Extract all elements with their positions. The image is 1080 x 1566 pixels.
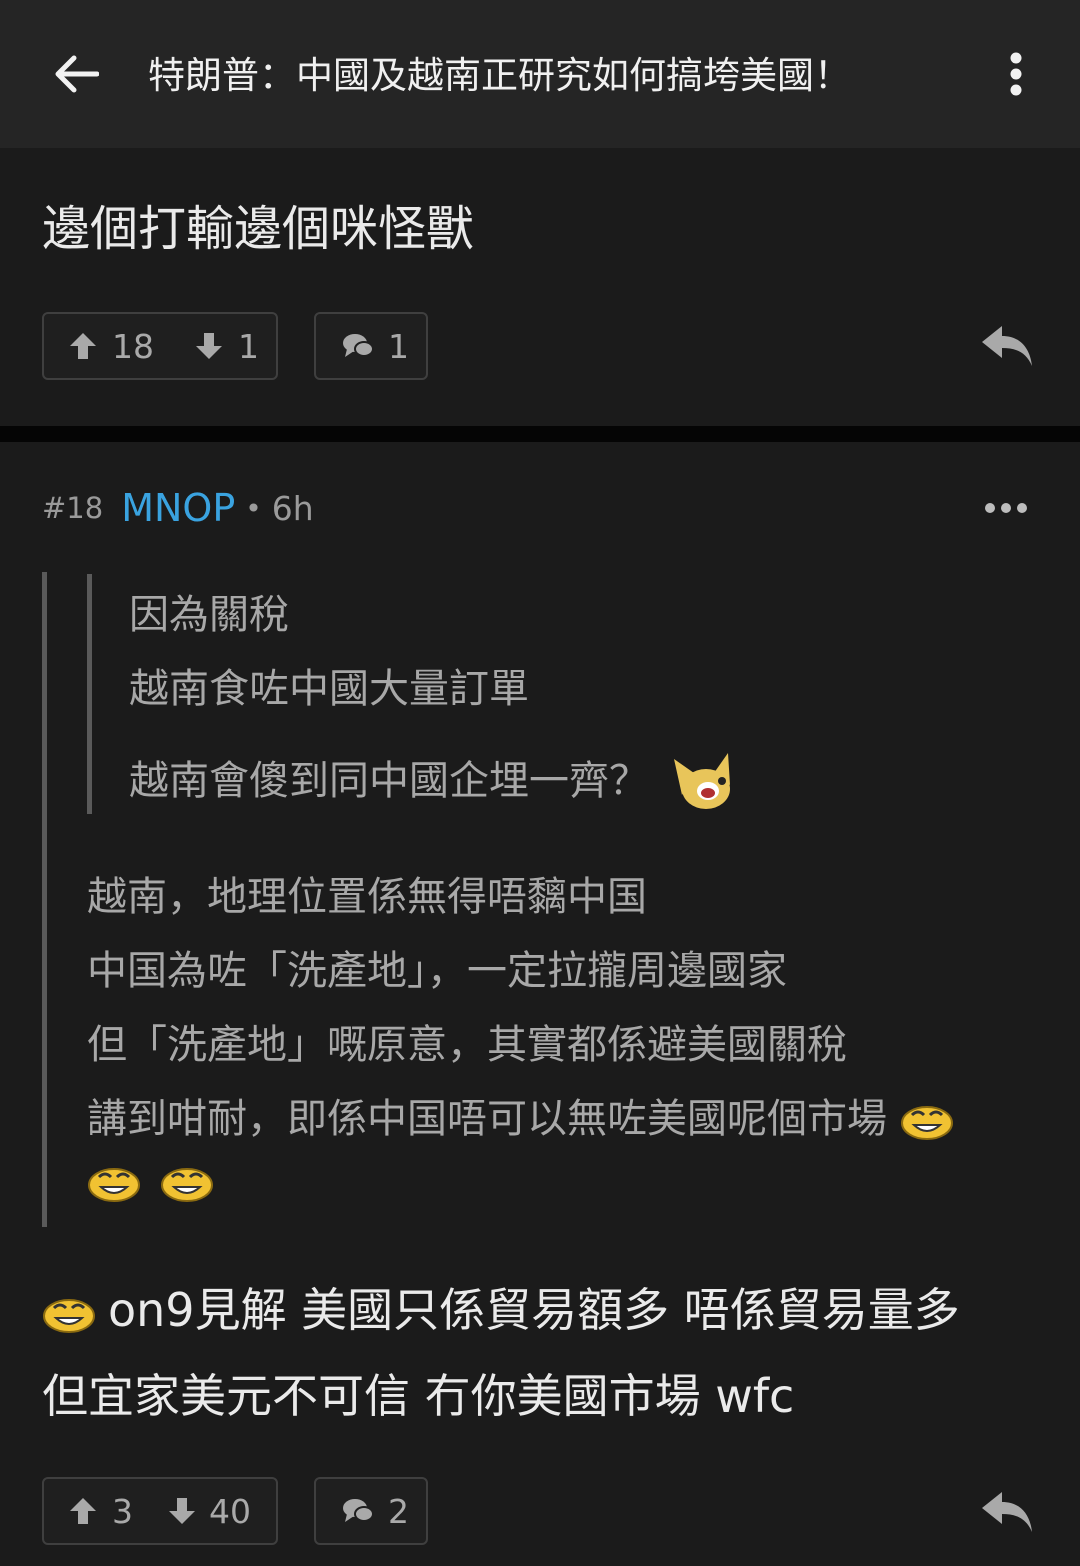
arrow-down-icon: [169, 1498, 195, 1524]
laughing-face-emoji-icon: [43, 1298, 95, 1333]
downvote-count: 1: [238, 326, 259, 366]
post-body-line: 但宜家美元不可信 冇你美國市場 wfc: [42, 1369, 795, 1423]
quote-line: 講到咁耐，即係中国唔可以無咗美國呢個市場: [87, 1086, 954, 1144]
quote-line: 因為關稅: [129, 592, 289, 638]
downvote-button[interactable]: 1: [194, 327, 259, 366]
top-app-bar: 特朗普：中國及越南正研究如何搞垮美國！: [0, 0, 1080, 148]
post-number: #18: [42, 491, 104, 525]
back-button[interactable]: [46, 46, 106, 102]
quote-line: 越南會傻到同中國企埋一齊？: [129, 748, 738, 815]
post-header: #18 MNOP • 6h: [42, 486, 314, 530]
arrow-left-icon: [55, 55, 99, 93]
reply-button[interactable]: [978, 320, 1036, 372]
laughing-face-emoji-icon: [88, 1168, 140, 1202]
more-horiz-icon: [985, 503, 1027, 513]
thread-title: 特朗普：中國及越南正研究如何搞垮美國！: [148, 54, 851, 97]
post-body-text: on9見解 美國只係貿易額多 唔係貿易量多: [108, 1283, 960, 1337]
comments-icon: [343, 334, 374, 357]
downvote-button[interactable]: 40: [167, 1492, 251, 1531]
quote-line-text: 講到咁耐，即係中国唔可以無咗美國呢個市場: [87, 1096, 887, 1142]
quote-line: 越南食咗中國大量訂單: [129, 666, 529, 712]
quote-reply-button[interactable]: 2: [314, 1477, 428, 1545]
post-timestamp: 6h: [271, 488, 314, 528]
quote-block: 因為關稅 越南食咗中國大量訂單 越南會傻到同中國企埋一齊？ 越南，地理位置係無得…: [42, 572, 1037, 1227]
post-options-button[interactable]: [980, 494, 1032, 522]
previous-post-card: 邊個打輸邊個咪怪獸 18 1 1: [0, 148, 1080, 426]
more-vert-icon: [1010, 52, 1022, 96]
post-body-line: on9見解 美國只係貿易額多 唔係貿易量多: [42, 1274, 960, 1340]
laughing-face-emoji-icon: [900, 1106, 953, 1140]
reply-icon: [982, 1492, 1032, 1532]
reply-button[interactable]: [978, 1486, 1036, 1538]
quote-line: 中国為咗「洗產地」，一定拉攏周邊國家: [87, 948, 787, 994]
upvote-count: 18: [112, 326, 154, 366]
shocked-face-emoji-icon: [673, 753, 730, 809]
laughing-face-emoji-icon: [160, 1168, 213, 1202]
meta-separator: •: [245, 491, 262, 525]
upvote-button[interactable]: 18: [68, 327, 154, 366]
quote-line-text: 越南會傻到同中國企埋一齊？: [129, 758, 649, 804]
reply-icon: [982, 326, 1032, 366]
username-link[interactable]: MNOP: [121, 486, 235, 530]
quote-line: 越南，地理位置係無得唔黐中国: [87, 874, 647, 920]
post-card: #18 MNOP • 6h 因為關稅 越南食咗中國大量訂單 越南會傻到同中國企埋…: [0, 442, 1080, 1566]
upvote-button[interactable]: 3: [68, 1492, 133, 1531]
quote-reply-button[interactable]: 1: [314, 312, 428, 380]
comment-count: 2: [388, 1491, 409, 1531]
comment-count: 1: [388, 326, 409, 366]
post-body-text: 邊個打輸邊個咪怪獸: [42, 201, 475, 257]
vote-bar: 18 1: [42, 312, 278, 380]
vote-bar: 3 40: [42, 1477, 278, 1545]
arrow-down-icon: [196, 333, 222, 359]
downvote-count: 40: [209, 1491, 251, 1531]
arrow-up-icon: [70, 1498, 96, 1524]
quote-line: 但「洗產地」嘅原意，其實都係避美國關稅: [87, 1022, 847, 1068]
nested-quote-block: [87, 574, 92, 814]
more-options-button[interactable]: [996, 48, 1036, 100]
emoji-row: [87, 1158, 214, 1204]
arrow-up-icon: [70, 333, 96, 359]
post-divider: [0, 426, 1080, 442]
comments-icon: [343, 1499, 374, 1522]
upvote-count: 3: [112, 1491, 133, 1531]
